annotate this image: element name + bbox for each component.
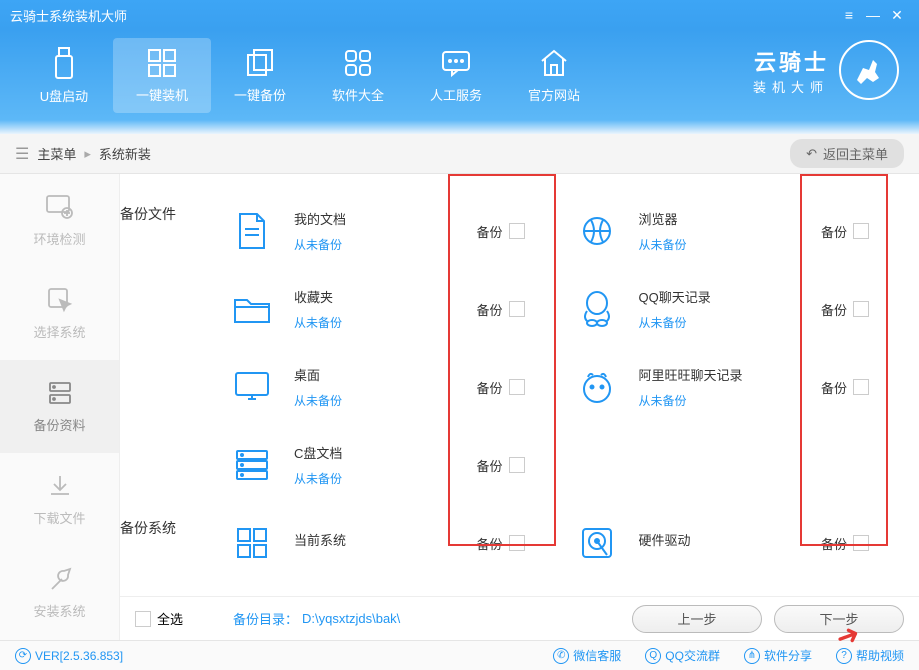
sidebar-install-system[interactable]: 安装系统: [0, 546, 119, 639]
content: 备份文件 备份系统 我的文档从未备份 备份 收藏夹从未备份 备份 桌面从未备份: [120, 174, 919, 640]
checkbox-select-all[interactable]: [135, 611, 151, 627]
harddisk-icon: [575, 521, 619, 565]
share-icon: ⋔: [744, 648, 760, 664]
nav-service[interactable]: 人工服务: [407, 38, 505, 113]
sb-share[interactable]: ⋔软件分享: [744, 647, 812, 664]
nav-install[interactable]: 一键装机: [113, 38, 211, 113]
checkbox-cdrive[interactable]: [509, 457, 525, 473]
wechat-icon: ✆: [553, 648, 569, 664]
prev-button[interactable]: 上一步: [632, 605, 762, 633]
path-label: 备份目录：: [233, 609, 298, 628]
titlebar: 云骑士系统装机大师 ≡ — ✕: [0, 0, 919, 30]
nav-usb[interactable]: U盘启动: [15, 38, 113, 113]
windows-icon: [146, 47, 178, 79]
home-icon: [538, 47, 570, 79]
apps-icon: [342, 47, 374, 79]
nav-software[interactable]: 软件大全: [309, 38, 407, 113]
qq-icon: [575, 287, 619, 331]
row-cdrive: C盘文档从未备份 备份: [230, 426, 545, 504]
sidebar-download[interactable]: 下载文件: [0, 453, 119, 546]
window-title: 云骑士系统装机大师: [10, 6, 837, 25]
nav-website[interactable]: 官方网站: [505, 38, 603, 113]
close-button[interactable]: ✕: [885, 7, 909, 24]
sidebar-backup-data[interactable]: 备份资料: [0, 360, 119, 453]
version[interactable]: ⟳VER[2.5.36.853]: [15, 648, 123, 664]
statusbar: ⟳VER[2.5.36.853] ✆微信客服 QQQ交流群 ⋔软件分享 ?帮助视…: [0, 640, 919, 670]
list-icon: ☰: [15, 144, 29, 164]
chat-icon: [440, 47, 472, 79]
select-all-label: 全选: [157, 609, 183, 628]
windows-small-icon: [230, 521, 274, 565]
refresh-icon: ⟳: [15, 648, 31, 664]
drive-icon: [230, 443, 274, 487]
section-backup-system: 备份系统: [120, 518, 176, 538]
knight-logo-icon: [839, 40, 899, 100]
checkbox-browser[interactable]: [853, 223, 869, 239]
wangwang-icon: [575, 365, 619, 409]
wrench-icon: [46, 565, 74, 593]
copy-icon: [244, 47, 276, 79]
usb-icon: [49, 46, 79, 80]
checkbox-desktop[interactable]: [509, 379, 525, 395]
row-drivers: 硬件驱动 备份: [575, 504, 890, 582]
undo-icon: ↶: [806, 146, 817, 162]
back-main-button[interactable]: ↶ 返回主菜单: [790, 139, 904, 168]
row-qq: QQ聊天记录从未备份 备份: [575, 270, 890, 348]
section-backup-files: 备份文件: [120, 204, 176, 224]
row-current-system: 当前系统 备份: [230, 504, 545, 582]
monitor-gear-icon: [45, 193, 75, 221]
breadcrumb-root[interactable]: 主菜单: [37, 144, 76, 163]
nav-backup[interactable]: 一键备份: [211, 38, 309, 113]
top-nav: U盘启动 一键装机 一键备份 软件大全 人工服务 官方网站 云骑士 装机大师: [0, 30, 919, 120]
breadcrumb: ☰ 主菜单 ▸ 系统新装 ↶ 返回主菜单: [0, 134, 919, 174]
checkbox-documents[interactable]: [509, 223, 525, 239]
row-browser: 浏览器从未备份 备份: [575, 192, 890, 270]
brand: 云骑士 装机大师: [753, 40, 899, 100]
row-favorites: 收藏夹从未备份 备份: [230, 270, 545, 348]
download-icon: [46, 472, 74, 500]
sidebar-env-check[interactable]: 环境检测: [0, 174, 119, 267]
footer: 全选 备份目录： D:\yqsxtzjds\bak\ 上一步 下一步: [120, 596, 919, 640]
sidebar-select-system[interactable]: 选择系统: [0, 267, 119, 360]
checkbox-qq[interactable]: [853, 301, 869, 317]
document-icon: [230, 209, 274, 253]
monitor-icon: [230, 365, 274, 409]
checkbox-wangwang[interactable]: [853, 379, 869, 395]
sidebar: 环境检测 选择系统 备份资料 下载文件 安装系统: [0, 174, 120, 640]
cursor-icon: [46, 286, 74, 314]
row-wangwang: 阿里旺旺聊天记录从未备份 备份: [575, 348, 890, 426]
menu-icon[interactable]: ≡: [837, 7, 861, 23]
server-icon: [46, 379, 74, 407]
minimize-button[interactable]: —: [861, 7, 885, 23]
checkbox-drivers[interactable]: [853, 535, 869, 551]
row-documents: 我的文档从未备份 备份: [230, 192, 545, 270]
sb-qqgroup[interactable]: QQQ交流群: [645, 647, 720, 664]
row-desktop: 桌面从未备份 备份: [230, 348, 545, 426]
folder-icon: [230, 287, 274, 331]
ie-icon: [575, 209, 619, 253]
checkbox-system[interactable]: [509, 535, 525, 551]
backup-path[interactable]: D:\yqsxtzjds\bak\: [302, 611, 400, 626]
breadcrumb-current: 系统新装: [99, 144, 151, 163]
sb-wechat[interactable]: ✆微信客服: [553, 647, 621, 664]
qq-small-icon: Q: [645, 648, 661, 664]
checkbox-favorites[interactable]: [509, 301, 525, 317]
